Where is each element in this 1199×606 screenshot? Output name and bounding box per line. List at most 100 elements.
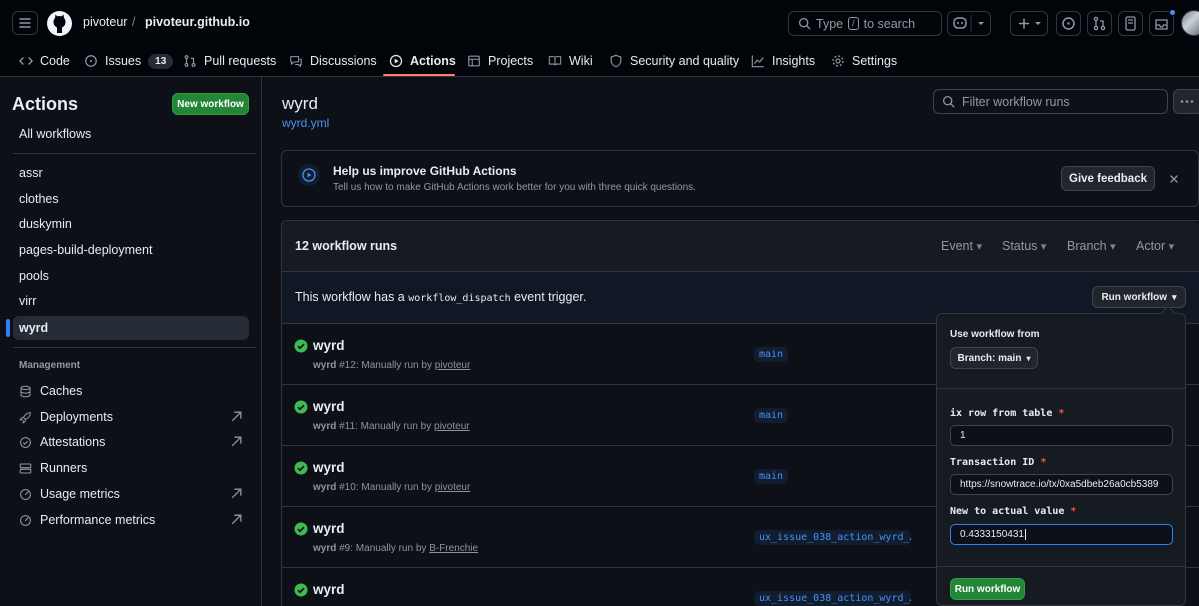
branch-label[interactable]: main — [754, 408, 789, 423]
copilot-tasks-button[interactable] — [1118, 11, 1143, 36]
new-value-input[interactable]: 0.4333150431 — [950, 524, 1173, 545]
run-title[interactable]: wyrd — [313, 582, 345, 597]
create-new-button[interactable] — [1010, 11, 1048, 36]
branch-label[interactable]: ux_issue_038_action_wyrd_… — [754, 591, 911, 606]
filter-actor[interactable]: Actor ▾ — [1136, 239, 1174, 253]
filter-status[interactable]: Status ▾ — [1002, 239, 1046, 253]
issues-button[interactable] — [1056, 11, 1081, 36]
global-header: pivoteur / pivoteur.github.io Type / to … — [0, 0, 1199, 46]
table-icon — [468, 55, 480, 67]
sidebar-item-pools[interactable]: pools — [13, 264, 249, 288]
caret-down-icon: ▾ — [1026, 353, 1031, 363]
sidebar-item-deployments[interactable]: Deployments — [13, 405, 249, 429]
breadcrumb-separator: / — [132, 15, 136, 29]
run-workflow-dropdown-button[interactable]: Run workflow ▾ — [1092, 286, 1186, 308]
sidebar-item-duskymin[interactable]: duskymin — [13, 212, 249, 236]
server-icon — [19, 463, 32, 473]
copilot-button[interactable] — [947, 11, 991, 36]
github-logo[interactable] — [47, 11, 72, 36]
run-actor-link[interactable]: B-Frenchie — [429, 543, 478, 554]
notifications-button[interactable] — [1149, 9, 1176, 36]
rocket-icon — [19, 411, 31, 424]
tab-insights[interactable]: Insights — [751, 50, 815, 72]
menu-button[interactable] — [12, 11, 38, 35]
sidebar-item-virr[interactable]: virr — [13, 289, 249, 313]
repository-nav: Code Issues 13 Pull requests Discussions… — [0, 46, 1199, 77]
graph-icon — [751, 55, 764, 68]
filter-workflow-runs[interactable]: Filter workflow runs — [933, 89, 1168, 114]
sidebar-item-wyrd[interactable]: wyrd — [6, 316, 249, 340]
sidebar-item-attestations[interactable]: Attestations — [13, 430, 249, 454]
branch-label[interactable]: main — [754, 469, 789, 484]
dispatch-text: This workflow has a workflow_dispatch ev… — [295, 290, 586, 304]
filter-event-label: Event — [941, 239, 973, 253]
filter-event[interactable]: Event ▾ — [941, 239, 982, 253]
branch-label[interactable]: main — [754, 347, 789, 362]
run-workflow-submit-button[interactable]: Run workflow — [950, 578, 1025, 600]
run-actor-link[interactable]: pivoteur — [434, 421, 470, 432]
run-title[interactable]: wyrd — [313, 521, 345, 536]
attestations-label: Attestations — [40, 435, 106, 449]
more-options-button[interactable] — [1173, 89, 1199, 114]
new-workflow-button[interactable]: New workflow — [172, 93, 249, 115]
give-feedback-button[interactable]: Give feedback — [1061, 166, 1155, 191]
popover-divider — [937, 566, 1185, 567]
run-actor-link[interactable]: pivoteur — [435, 360, 471, 371]
tab-actions[interactable]: Actions — [389, 50, 456, 72]
run-title[interactable]: wyrd — [313, 338, 345, 353]
run-workflow-name: wyrd — [313, 543, 337, 554]
sidebar-item-usage-metrics[interactable]: Usage metrics — [13, 482, 249, 506]
run-title[interactable]: wyrd — [313, 460, 345, 475]
tab-code[interactable]: Code — [19, 50, 70, 72]
transaction-id-input[interactable]: https://snowtrace.io/tx/0xa5dbeb26a0cb53… — [950, 474, 1173, 495]
run-title[interactable]: wyrd — [313, 399, 345, 414]
page-title: wyrd — [282, 94, 318, 113]
sidebar-item-pages-build-deployment[interactable]: pages-build-deployment — [13, 238, 249, 262]
tab-discussions[interactable]: Discussions — [289, 50, 377, 72]
pull-requests-button[interactable] — [1087, 11, 1112, 36]
avatar[interactable] — [1181, 10, 1199, 36]
tab-issues[interactable]: Issues 13 — [84, 50, 174, 72]
field-label-new-value: New to actual value * — [950, 506, 1076, 517]
sidebar-item-performance-metrics[interactable]: Performance metrics — [13, 508, 249, 532]
check-circle-icon — [294, 339, 308, 353]
dispatch-prefix: This workflow has a — [295, 290, 405, 304]
sidebar-item-all-workflows[interactable]: All workflows — [13, 122, 249, 146]
popover-divider — [937, 388, 1185, 389]
tab-security[interactable]: Security and quality — [609, 50, 739, 72]
meter-icon — [20, 488, 31, 500]
run-number: #10 — [339, 482, 356, 493]
branch-label[interactable]: ux_issue_038_action_wyrd_… — [754, 530, 911, 545]
tab-projects[interactable]: Projects — [467, 50, 533, 72]
branch-select-button[interactable]: Branch: main ▾ — [950, 347, 1038, 369]
run-trigger: : Manually run by — [350, 543, 427, 554]
run-actor-link[interactable]: pivoteur — [435, 482, 471, 493]
issues-counter: 13 — [148, 53, 174, 69]
required-marker: * — [1070, 506, 1077, 517]
filter-branch[interactable]: Branch ▾ — [1067, 239, 1116, 253]
tab-pull-requests[interactable]: Pull requests — [183, 50, 276, 72]
tab-projects-label: Projects — [488, 54, 534, 68]
search-input[interactable]: Type / to search — [788, 11, 942, 36]
sidebar-item-clothes[interactable]: clothes — [13, 187, 249, 211]
close-icon[interactable] — [1168, 173, 1180, 185]
ix-row-input[interactable]: 1 — [950, 425, 1173, 446]
sidebar-item-assr[interactable]: assr — [13, 161, 249, 185]
tab-settings[interactable]: Settings — [831, 50, 897, 72]
search-type-text: Type — [816, 16, 844, 31]
caret-down-icon: ▾ — [1110, 241, 1116, 253]
check-circle-icon — [294, 522, 308, 536]
workflow-file-link[interactable]: wyrd.yml — [282, 116, 329, 130]
tab-wiki[interactable]: Wiki — [548, 50, 593, 72]
sidebar-divider — [13, 153, 256, 154]
check-circle-icon — [294, 583, 308, 597]
repo-owner-link[interactable]: pivoteur — [83, 15, 127, 29]
feedback-banner: Help us improve GitHub Actions Tell us h… — [281, 150, 1199, 207]
sidebar-item-caches[interactable]: Caches — [13, 379, 249, 403]
pull-request-icon — [1093, 16, 1106, 31]
caret-down-icon: ▾ — [1172, 291, 1177, 302]
run-meta: wyrd #11: Manually run by pivoteur — [313, 421, 470, 432]
repo-name-link[interactable]: pivoteur.github.io — [145, 15, 250, 29]
sidebar-item-runners[interactable]: Runners — [13, 456, 249, 480]
copilot-icon — [953, 15, 984, 32]
